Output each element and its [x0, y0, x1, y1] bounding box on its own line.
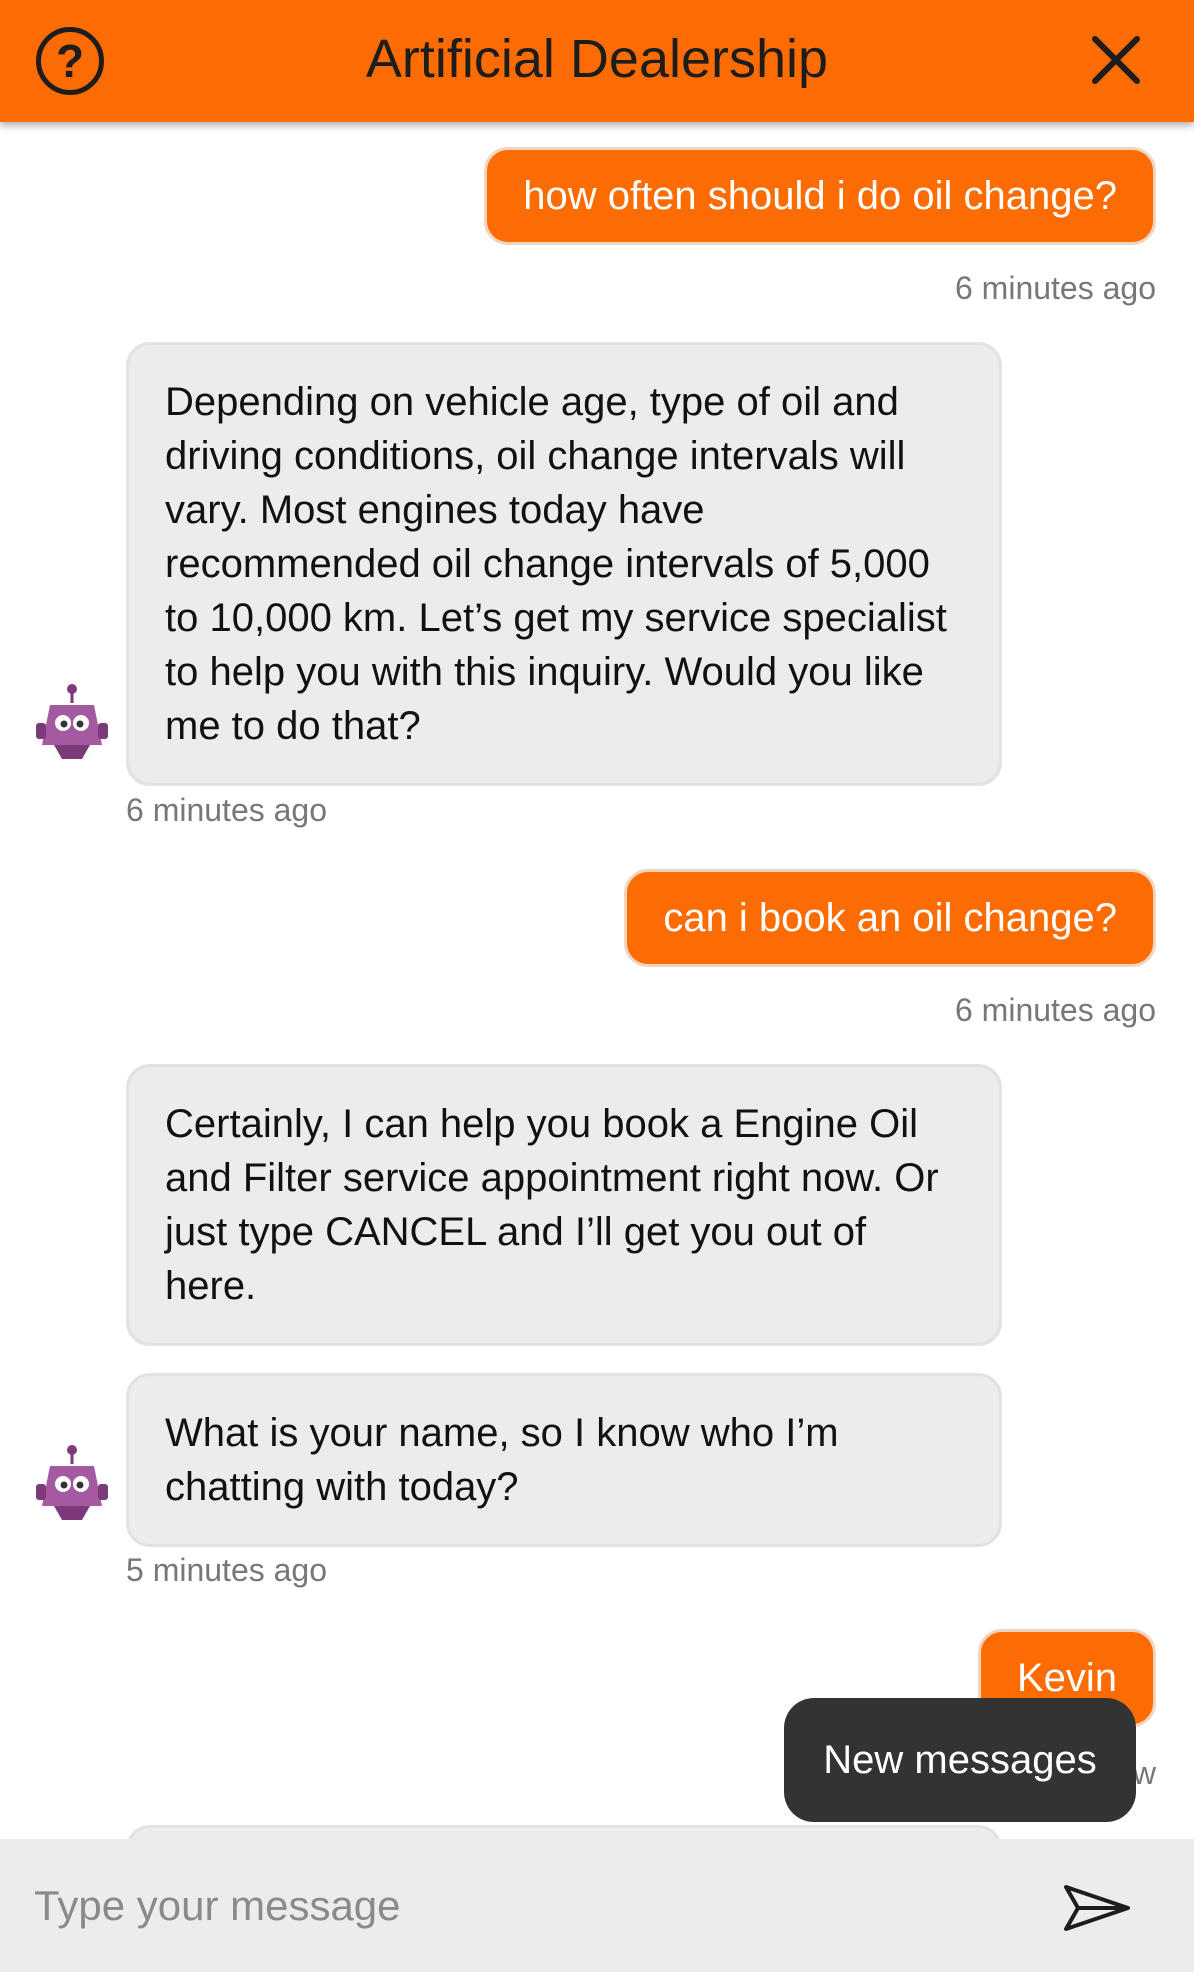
bot-message-partial [126, 1825, 1002, 1839]
message-composer [0, 1839, 1194, 1972]
close-x-icon[interactable] [1090, 34, 1142, 86]
user-message: can i book an oil change? [624, 869, 1156, 967]
message-input[interactable] [34, 1869, 994, 1943]
message-timestamp: 6 minutes ago [954, 270, 1156, 306]
chat-title: Artificial Dealership [365, 29, 829, 89]
send-arrow-icon[interactable] [1062, 1883, 1132, 1933]
chat-header: ? Artificial Dealership [0, 0, 1194, 122]
message-timestamp: 6 minutes ago [126, 792, 328, 828]
user-message: how often should i do oil change? [484, 147, 1156, 245]
bot-message: Certainly, I can help you book a Engine … [126, 1064, 1002, 1346]
bot-message: What is your name, so I know who I’m cha… [126, 1373, 1002, 1547]
message-timestamp: 6 minutes ago [954, 992, 1156, 1028]
robot-avatar-icon [36, 1445, 108, 1520]
message-timestamp: 5 minutes ago [126, 1552, 328, 1588]
new-messages-button[interactable]: New messages [784, 1698, 1136, 1822]
message-list[interactable]: how often should i do oil change? 6 minu… [0, 122, 1194, 1839]
robot-avatar-icon [36, 684, 108, 759]
bot-message: Depending on vehicle age, type of oil an… [126, 342, 1002, 786]
